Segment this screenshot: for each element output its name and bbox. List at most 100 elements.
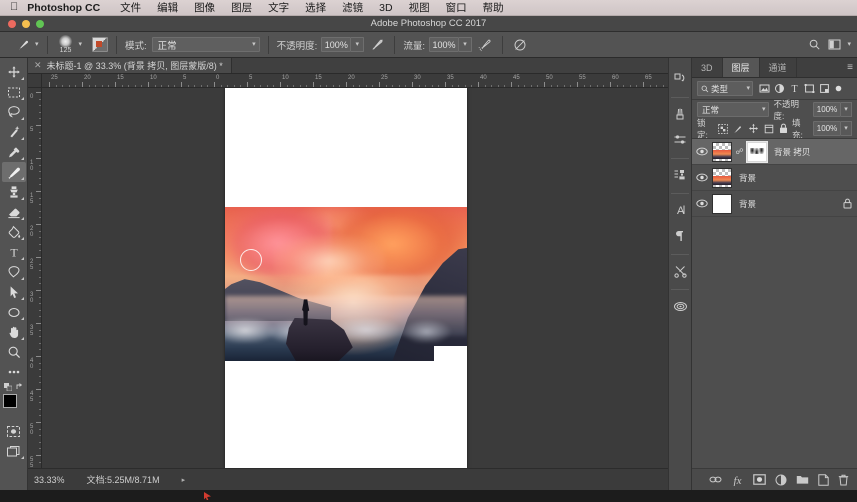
color-swatches[interactable] bbox=[2, 393, 26, 417]
flyout-triangle-icon[interactable] bbox=[20, 456, 24, 459]
new-layer-icon[interactable] bbox=[818, 473, 829, 486]
opacity-input[interactable]: 100% bbox=[321, 37, 352, 52]
layer-fill-stepper[interactable]: ▾ bbox=[841, 121, 852, 136]
lock-artboard-icon[interactable] bbox=[764, 124, 774, 134]
character-icon[interactable]: A bbox=[669, 199, 691, 221]
layer-thumbnail[interactable] bbox=[712, 141, 732, 162]
layer-fill-input[interactable]: 100% bbox=[813, 121, 841, 136]
toggle-filter-icon[interactable] bbox=[834, 84, 843, 93]
flyout-triangle-icon[interactable] bbox=[20, 197, 24, 200]
menu-help[interactable]: 帮助 bbox=[475, 0, 512, 15]
menu-3d[interactable]: 3D bbox=[371, 2, 400, 14]
ruler-corner[interactable] bbox=[28, 74, 42, 88]
layer-blend-mode-select[interactable]: 正常 ▾ bbox=[697, 102, 770, 117]
expand-arrow-icon[interactable]: ▸ bbox=[182, 476, 186, 484]
flow-input[interactable]: 100% bbox=[428, 37, 459, 52]
flyout-triangle-icon[interactable] bbox=[20, 157, 24, 160]
color-icon[interactable] bbox=[669, 295, 691, 317]
link-layers-icon[interactable] bbox=[709, 475, 722, 484]
horizontal-ruler[interactable]: 25 20 15 10 5 0 5 10 15 20 25 30 35 40 45 50 55 60 65 bbox=[42, 74, 668, 88]
brush-tool-caret-icon[interactable]: ▾ bbox=[35, 41, 39, 48]
marquee-tool[interactable] bbox=[2, 82, 26, 102]
flyout-triangle-icon[interactable] bbox=[20, 217, 24, 220]
lock-image-icon[interactable] bbox=[733, 124, 743, 134]
flyout-triangle-icon[interactable] bbox=[20, 337, 24, 340]
brush-settings-icon[interactable] bbox=[669, 103, 691, 125]
layer-visibility-toggle[interactable] bbox=[695, 173, 708, 182]
brush-preset-picker[interactable]: 125 bbox=[56, 34, 76, 56]
menu-view[interactable]: 视图 bbox=[401, 0, 438, 15]
layer-visibility-toggle[interactable] bbox=[695, 147, 708, 156]
flyout-triangle-icon[interactable] bbox=[20, 177, 24, 180]
menu-window[interactable]: 窗口 bbox=[438, 0, 475, 15]
type-filter-icon[interactable]: T bbox=[789, 83, 800, 94]
gradient-tool[interactable] bbox=[2, 222, 26, 242]
pen-tool[interactable] bbox=[2, 262, 26, 282]
screen-mode-toggle[interactable] bbox=[2, 441, 26, 461]
table-row[interactable]: ☍ 背景 拷贝 bbox=[692, 139, 857, 165]
table-row[interactable]: 背景 bbox=[692, 165, 857, 191]
eyedropper-tool[interactable] bbox=[2, 142, 26, 162]
move-tool[interactable] bbox=[2, 62, 26, 82]
delete-layer-icon[interactable] bbox=[838, 474, 849, 486]
type-tool[interactable]: T bbox=[2, 242, 26, 262]
apple-logo-icon[interactable]:  bbox=[0, 2, 27, 13]
brush-presets-icon[interactable] bbox=[669, 164, 691, 186]
canvas-area[interactable] bbox=[42, 88, 668, 468]
layer-opacity-input[interactable]: 100% bbox=[813, 102, 841, 117]
flyout-triangle-icon[interactable] bbox=[20, 257, 24, 260]
pixel-filter-icon[interactable] bbox=[759, 83, 770, 94]
layers-list[interactable]: ☍ 背景 拷贝 背景 背景 bbox=[692, 138, 857, 468]
layer-name[interactable]: 背景 拷贝 bbox=[774, 146, 810, 158]
layer-visibility-toggle[interactable] bbox=[695, 199, 708, 208]
hand-tool[interactable] bbox=[2, 322, 26, 342]
flyout-triangle-icon[interactable] bbox=[20, 317, 24, 320]
adjustments-icon[interactable] bbox=[669, 129, 691, 151]
zoom-tool[interactable] bbox=[2, 342, 26, 362]
brush-icon[interactable] bbox=[14, 36, 32, 54]
more-tools[interactable] bbox=[2, 362, 26, 382]
shape-tool[interactable] bbox=[2, 302, 26, 322]
lock-all-icon[interactable] bbox=[779, 123, 788, 134]
tab-channels[interactable]: 通道 bbox=[760, 58, 797, 77]
smart-object-filter-icon[interactable] bbox=[819, 83, 830, 94]
chevron-down-icon[interactable]: ▾ bbox=[847, 41, 851, 48]
zoom-level[interactable]: 33.33% bbox=[34, 475, 65, 485]
paragraph-icon[interactable] bbox=[669, 225, 691, 247]
brush-tool[interactable] bbox=[1, 162, 26, 182]
menu-layer[interactable]: 图层 bbox=[223, 0, 260, 15]
close-icon[interactable]: ✕ bbox=[34, 60, 42, 71]
adjustment-filter-icon[interactable] bbox=[774, 83, 785, 94]
default-colors-icon[interactable] bbox=[3, 382, 12, 391]
swap-colors-icon[interactable] bbox=[16, 382, 24, 391]
layer-thumbnail[interactable] bbox=[712, 167, 732, 188]
blend-mode-select[interactable]: 正常 ▾ bbox=[151, 37, 260, 52]
menu-select[interactable]: 选择 bbox=[297, 0, 334, 15]
quick-selection-tool[interactable] bbox=[2, 122, 26, 142]
path-selection-tool[interactable] bbox=[2, 282, 26, 302]
flyout-triangle-icon[interactable] bbox=[20, 117, 24, 120]
artboard[interactable] bbox=[225, 88, 467, 468]
lock-position-icon[interactable] bbox=[748, 123, 759, 134]
layer-mask-thumbnail[interactable] bbox=[746, 140, 768, 163]
history-icon[interactable] bbox=[669, 68, 691, 90]
quick-mask-toggle[interactable] bbox=[2, 421, 26, 441]
foreground-color-swatch[interactable] bbox=[2, 394, 17, 408]
airbrush-icon[interactable] bbox=[476, 36, 494, 54]
flyout-triangle-icon[interactable] bbox=[20, 137, 24, 140]
table-row[interactable]: 背景 bbox=[692, 191, 857, 217]
add-mask-icon[interactable] bbox=[753, 474, 766, 485]
mask-link-icon[interactable]: ☍ bbox=[735, 147, 743, 156]
chevron-down-icon[interactable]: ▾ bbox=[79, 41, 83, 48]
menu-edit[interactable]: 编辑 bbox=[149, 0, 186, 15]
new-group-icon[interactable] bbox=[796, 474, 809, 485]
menu-image[interactable]: 图像 bbox=[186, 0, 223, 15]
layer-name[interactable]: 背景 bbox=[739, 198, 756, 210]
flyout-triangle-icon[interactable] bbox=[20, 277, 24, 280]
tool-presets-icon[interactable] bbox=[669, 260, 691, 282]
adjustment-layer-icon[interactable] bbox=[775, 474, 787, 486]
vertical-ruler[interactable]: 0 5 1 0 1 5 2 0 2 5 3 0 3 5 4 0 4 5 5 0 5 5 bbox=[28, 88, 42, 468]
smoothing-icon[interactable] bbox=[511, 36, 529, 54]
flyout-triangle-icon[interactable] bbox=[20, 297, 24, 300]
brush-panel-icon[interactable] bbox=[92, 37, 109, 52]
